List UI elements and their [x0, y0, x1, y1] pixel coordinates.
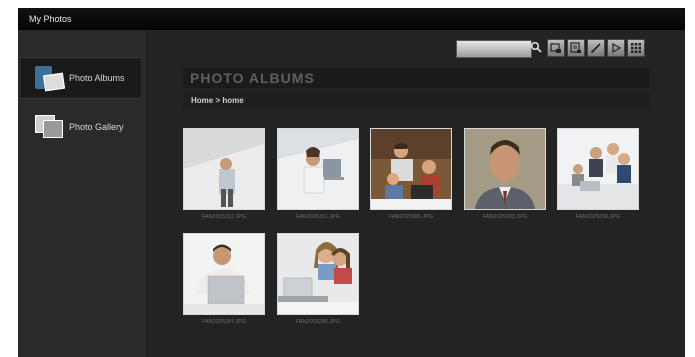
search-input[interactable]	[456, 40, 532, 58]
window-title: My Photos	[18, 8, 685, 30]
photo-thumbnail[interactable]	[277, 128, 359, 210]
photo-gallery-icon	[35, 115, 65, 139]
sidebar-item-label: Photo Gallery	[69, 122, 124, 132]
photo-thumbnail[interactable]	[557, 128, 639, 210]
photo-thumbnail[interactable]	[370, 128, 452, 210]
photo-item[interactable]: FAN2025290.JPG	[557, 128, 639, 220]
photo-thumbnail[interactable]	[464, 128, 546, 210]
search-icon[interactable]	[528, 39, 544, 55]
main-content: PHOTO ALBUMS Home > home FAN2025312.JPG	[147, 30, 685, 357]
sidebar-item-label: Photo Albums	[69, 73, 125, 83]
photo-item[interactable]: FAN2025306.JPG	[370, 128, 452, 220]
play-icon[interactable]	[607, 39, 625, 57]
photo-item[interactable]: FAN2025286.JPG	[277, 233, 359, 325]
photo-filename: FAN2025290.JPG	[575, 214, 621, 220]
sidebar-item-photo-albums[interactable]: Photo Albums	[21, 57, 141, 99]
photo-item[interactable]: FAN2025312.JPG	[183, 128, 265, 220]
photo-filename: FAN2025286.JPG	[295, 319, 341, 325]
sidebar-item-photo-gallery[interactable]: Photo Gallery	[21, 107, 141, 147]
photo-filename: FAN2025303.JPG	[482, 214, 528, 220]
photo-filename: FAN2025312.JPG	[201, 214, 247, 220]
breadcrumb[interactable]: Home > home	[183, 92, 650, 110]
grid-view-icon[interactable]	[627, 39, 645, 57]
photo-item[interactable]: FAN2025303.JPG	[464, 128, 546, 220]
photo-album-icon	[35, 66, 66, 92]
my-photos-window: My Photos Photo Albums Photo Gallery PHO…	[18, 8, 685, 357]
sidebar: Photo Albums Photo Gallery	[18, 30, 147, 357]
photo-item[interactable]: FAN2025311.JPG	[277, 128, 359, 220]
photo-filename: FAN2025311.JPG	[296, 214, 340, 220]
photo-thumbnail[interactable]	[277, 233, 359, 315]
page-title: PHOTO ALBUMS	[190, 70, 315, 86]
breadcrumb-bar: Home > home	[183, 92, 650, 110]
photo-item[interactable]: FAN2025287.JPG	[183, 233, 265, 325]
export-icon[interactable]	[567, 39, 585, 57]
photo-grid: FAN2025312.JPG FAN2025311.JPG FAN2025306…	[183, 128, 683, 348]
edit-icon[interactable]	[587, 39, 605, 57]
photo-thumbnail[interactable]	[183, 128, 265, 210]
page-title-bar: PHOTO ALBUMS	[183, 68, 650, 88]
photo-thumbnail[interactable]	[183, 233, 265, 315]
slideshow-icon[interactable]	[547, 39, 565, 57]
photo-filename: FAN2025287.JPG	[201, 319, 247, 325]
photo-filename: FAN2025306.JPG	[388, 214, 434, 220]
